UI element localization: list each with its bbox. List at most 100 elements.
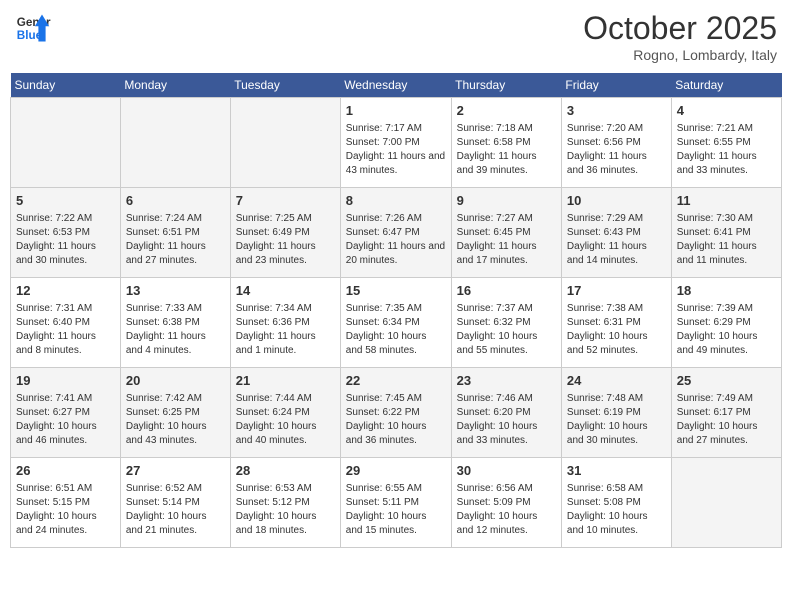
day-number: 25: [677, 372, 776, 390]
day-number: 14: [236, 282, 335, 300]
logo: General Blue: [15, 10, 51, 46]
day-info: Sunrise: 7:25 AMSunset: 6:49 PMDaylight:…: [236, 213, 316, 266]
calendar-cell: [230, 98, 340, 188]
day-info: Sunrise: 6:52 AMSunset: 5:14 PMDaylight:…: [126, 483, 207, 536]
day-number: 27: [126, 462, 225, 480]
calendar-cell: 19 Sunrise: 7:41 AMSunset: 6:27 PMDayligh…: [11, 368, 121, 458]
calendar-cell: 14 Sunrise: 7:34 AMSunset: 6:36 PMDayligh…: [230, 278, 340, 368]
calendar-cell: [11, 98, 121, 188]
day-info: Sunrise: 7:39 AMSunset: 6:29 PMDaylight:…: [677, 303, 758, 356]
day-info: Sunrise: 7:48 AMSunset: 6:19 PMDaylight:…: [567, 393, 648, 446]
calendar-cell: 9 Sunrise: 7:27 AMSunset: 6:45 PMDaylight…: [451, 188, 561, 278]
week-row-3: 12 Sunrise: 7:31 AMSunset: 6:40 PMDayligh…: [11, 278, 782, 368]
calendar-cell: 29Sunrise: 6:55 AMSunset: 5:11 PMDayligh…: [340, 458, 451, 548]
day-number: 1: [346, 102, 446, 120]
day-info: Sunrise: 7:45 AMSunset: 6:22 PMDaylight:…: [346, 393, 427, 446]
day-info: Sunrise: 7:22 AMSunset: 6:53 PMDaylight:…: [16, 213, 96, 266]
day-number: 22: [346, 372, 446, 390]
day-number: 10: [567, 192, 666, 210]
day-info: Sunrise: 7:29 AMSunset: 6:43 PMDaylight:…: [567, 213, 647, 266]
weekday-header-saturday: Saturday: [671, 73, 781, 98]
day-info: Sunrise: 7:24 AMSunset: 6:51 PMDaylight:…: [126, 213, 206, 266]
calendar-cell: 2Sunrise: 7:18 AMSunset: 6:58 PMDaylight…: [451, 98, 561, 188]
day-info: Sunrise: 6:55 AMSunset: 5:11 PMDaylight:…: [346, 483, 427, 536]
day-info: Sunrise: 7:20 AMSunset: 6:56 PMDaylight:…: [567, 123, 647, 176]
day-number: 19: [16, 372, 115, 390]
weekday-header-monday: Monday: [120, 73, 230, 98]
day-number: 8: [346, 192, 446, 210]
calendar-cell: 20 Sunrise: 7:42 AMSunset: 6:25 PMDayligh…: [120, 368, 230, 458]
week-row-4: 19 Sunrise: 7:41 AMSunset: 6:27 PMDayligh…: [11, 368, 782, 458]
day-info: Sunrise: 7:46 AMSunset: 6:20 PMDaylight:…: [457, 393, 538, 446]
day-number: 12: [16, 282, 115, 300]
month-title: October 2025: [583, 10, 777, 47]
weekday-header-friday: Friday: [561, 73, 671, 98]
calendar-cell: 21 Sunrise: 7:44 AMSunset: 6:24 PMDayligh…: [230, 368, 340, 458]
calendar-cell: 24Sunrise: 7:48 AMSunset: 6:19 PMDayligh…: [561, 368, 671, 458]
day-info: Sunrise: 6:51 AMSunset: 5:15 PMDaylight:…: [16, 483, 97, 536]
calendar-cell: 22 Sunrise: 7:45 AMSunset: 6:22 PMDayligh…: [340, 368, 451, 458]
day-info: Sunrise: 7:21 AMSunset: 6:55 PMDaylight:…: [677, 123, 757, 176]
logo-icon: General Blue: [15, 10, 51, 46]
day-number: 17: [567, 282, 666, 300]
day-number: 18: [677, 282, 776, 300]
page-header: General Blue October 2025 Rogno, Lombard…: [10, 10, 782, 63]
calendar-cell: 8Sunrise: 7:26 AMSunset: 6:47 PMDaylight…: [340, 188, 451, 278]
day-number: 16: [457, 282, 556, 300]
day-number: 28: [236, 462, 335, 480]
calendar-cell: 10 Sunrise: 7:29 AMSunset: 6:43 PMDayligh…: [561, 188, 671, 278]
calendar-cell: 30 Sunrise: 6:56 AMSunset: 5:09 PMDayligh…: [451, 458, 561, 548]
calendar-cell: 4 Sunrise: 7:21 AMSunset: 6:55 PMDaylight…: [671, 98, 781, 188]
day-number: 4: [677, 102, 776, 120]
day-info: Sunrise: 7:44 AMSunset: 6:24 PMDaylight:…: [236, 393, 317, 446]
day-number: 21: [236, 372, 335, 390]
day-info: Sunrise: 6:58 AMSunset: 5:08 PMDaylight:…: [567, 483, 648, 536]
day-number: 7: [236, 192, 335, 210]
day-info: Sunrise: 7:42 AMSunset: 6:25 PMDaylight:…: [126, 393, 207, 446]
day-number: 15: [346, 282, 446, 300]
day-number: 5: [16, 192, 115, 210]
weekday-header-sunday: Sunday: [11, 73, 121, 98]
weekday-header-wednesday: Wednesday: [340, 73, 451, 98]
calendar-table: SundayMondayTuesdayWednesdayThursdayFrid…: [10, 73, 782, 548]
day-number: 3: [567, 102, 666, 120]
day-info: Sunrise: 7:34 AMSunset: 6:36 PMDaylight:…: [236, 303, 316, 356]
calendar-cell: 13 Sunrise: 7:33 AMSunset: 6:38 PMDayligh…: [120, 278, 230, 368]
title-block: October 2025 Rogno, Lombardy, Italy: [583, 10, 777, 63]
calendar-cell: 23 Sunrise: 7:46 AMSunset: 6:20 PMDayligh…: [451, 368, 561, 458]
day-info: Sunrise: 6:56 AMSunset: 5:09 PMDaylight:…: [457, 483, 538, 536]
calendar-cell: 3 Sunrise: 7:20 AMSunset: 6:56 PMDaylight…: [561, 98, 671, 188]
calendar-cell: 18 Sunrise: 7:39 AMSunset: 6:29 PMDayligh…: [671, 278, 781, 368]
calendar-cell: 27 Sunrise: 6:52 AMSunset: 5:14 PMDayligh…: [120, 458, 230, 548]
weekday-header-thursday: Thursday: [451, 73, 561, 98]
day-info: Sunrise: 7:17 AMSunset: 7:00 PMDaylight:…: [346, 123, 445, 176]
day-number: 9: [457, 192, 556, 210]
calendar-cell: 16Sunrise: 7:37 AMSunset: 6:32 PMDayligh…: [451, 278, 561, 368]
calendar-cell: 7 Sunrise: 7:25 AMSunset: 6:49 PMDaylight…: [230, 188, 340, 278]
day-number: 6: [126, 192, 225, 210]
calendar-cell: 12 Sunrise: 7:31 AMSunset: 6:40 PMDayligh…: [11, 278, 121, 368]
calendar-cell: 28 Sunrise: 6:53 AMSunset: 5:12 PMDayligh…: [230, 458, 340, 548]
day-info: Sunrise: 7:49 AMSunset: 6:17 PMDaylight:…: [677, 393, 758, 446]
calendar-cell: 5 Sunrise: 7:22 AMSunset: 6:53 PMDaylight…: [11, 188, 121, 278]
day-number: 26: [16, 462, 115, 480]
weekday-header-tuesday: Tuesday: [230, 73, 340, 98]
weekday-header-row: SundayMondayTuesdayWednesdayThursdayFrid…: [11, 73, 782, 98]
day-number: 31: [567, 462, 666, 480]
day-number: 20: [126, 372, 225, 390]
day-info: Sunrise: 6:53 AMSunset: 5:12 PMDaylight:…: [236, 483, 317, 536]
calendar-cell: 15Sunrise: 7:35 AMSunset: 6:34 PMDayligh…: [340, 278, 451, 368]
day-number: 13: [126, 282, 225, 300]
day-info: Sunrise: 7:31 AMSunset: 6:40 PMDaylight:…: [16, 303, 96, 356]
day-info: Sunrise: 7:27 AMSunset: 6:45 PMDaylight:…: [457, 213, 537, 266]
day-number: 23: [457, 372, 556, 390]
day-info: Sunrise: 7:38 AMSunset: 6:31 PMDaylight:…: [567, 303, 648, 356]
day-number: 30: [457, 462, 556, 480]
week-row-5: 26 Sunrise: 6:51 AMSunset: 5:15 PMDayligh…: [11, 458, 782, 548]
calendar-cell: 17 Sunrise: 7:38 AMSunset: 6:31 PMDayligh…: [561, 278, 671, 368]
week-row-2: 5 Sunrise: 7:22 AMSunset: 6:53 PMDaylight…: [11, 188, 782, 278]
day-info: Sunrise: 7:33 AMSunset: 6:38 PMDaylight:…: [126, 303, 206, 356]
calendar-cell: 1 Sunrise: 7:17 AMSunset: 7:00 PMDaylight…: [340, 98, 451, 188]
day-info: Sunrise: 7:41 AMSunset: 6:27 PMDaylight:…: [16, 393, 97, 446]
calendar-cell: [671, 458, 781, 548]
